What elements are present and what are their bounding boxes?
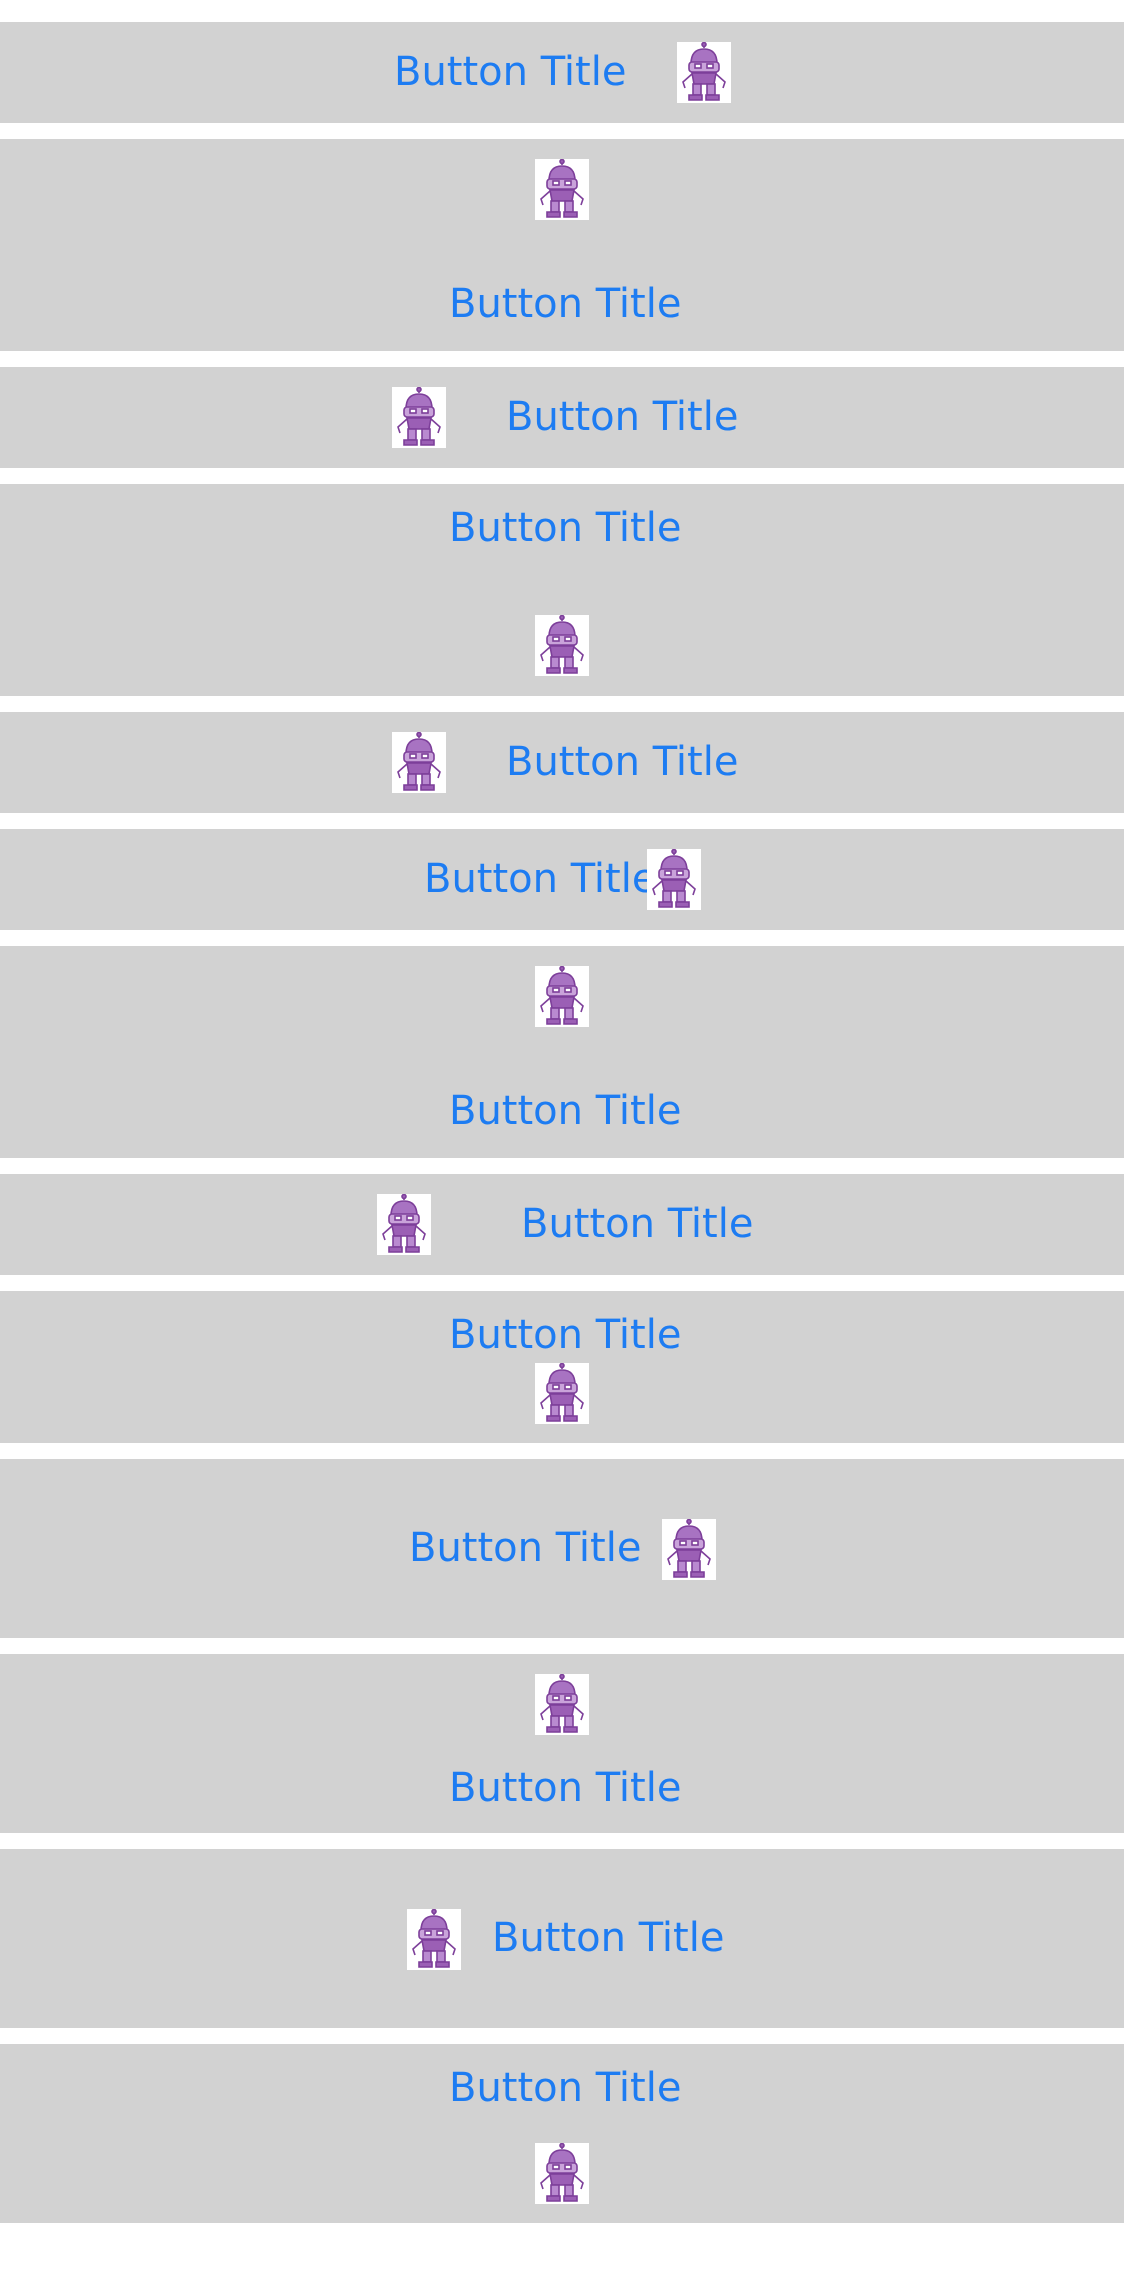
robot-icon: [677, 42, 731, 103]
button-2[interactable]: Button Title: [0, 139, 1124, 351]
button-1[interactable]: Button Title: [0, 22, 1124, 123]
robot-icon: [535, 1674, 589, 1735]
robot-icon: [377, 1194, 431, 1255]
robot-icon: [407, 1909, 461, 1970]
button-title: Button Title: [492, 1915, 725, 1961]
button-title: Button Title: [449, 281, 682, 327]
button-10[interactable]: Button Title: [0, 1459, 1124, 1638]
button-title: Button Title: [506, 739, 739, 785]
button-title: Button Title: [424, 856, 657, 902]
button-6[interactable]: Button Title: [0, 829, 1124, 930]
robot-icon: [392, 387, 446, 448]
button-12[interactable]: Button Title: [0, 1849, 1124, 2028]
robot-icon: [535, 2143, 589, 2204]
robot-icon: [662, 1519, 716, 1580]
button-title: Button Title: [449, 1088, 682, 1134]
robot-icon: [535, 159, 589, 220]
button-title: Button Title: [409, 1525, 642, 1571]
button-title: Button Title: [394, 49, 627, 95]
button-9[interactable]: Button Title: [0, 1291, 1124, 1443]
robot-icon: [647, 849, 701, 910]
button-7[interactable]: Button Title: [0, 946, 1124, 1158]
button-title: Button Title: [506, 394, 739, 440]
button-title: Button Title: [449, 1765, 682, 1811]
button-title: Button Title: [449, 2065, 682, 2111]
button-8[interactable]: Button Title: [0, 1174, 1124, 1275]
robot-icon: [535, 1363, 589, 1424]
button-4[interactable]: Button Title: [0, 484, 1124, 696]
robot-icon: [535, 966, 589, 1027]
button-title: Button Title: [521, 1201, 754, 1247]
button-title: Button Title: [449, 505, 682, 551]
button-11[interactable]: Button Title: [0, 1654, 1124, 1833]
robot-icon: [392, 732, 446, 793]
robot-icon: [535, 615, 589, 676]
button-5[interactable]: Button Title: [0, 712, 1124, 813]
button-title: Button Title: [449, 1312, 682, 1358]
button-3[interactable]: Button Title: [0, 367, 1124, 468]
button-13[interactable]: Button Title: [0, 2044, 1124, 2223]
